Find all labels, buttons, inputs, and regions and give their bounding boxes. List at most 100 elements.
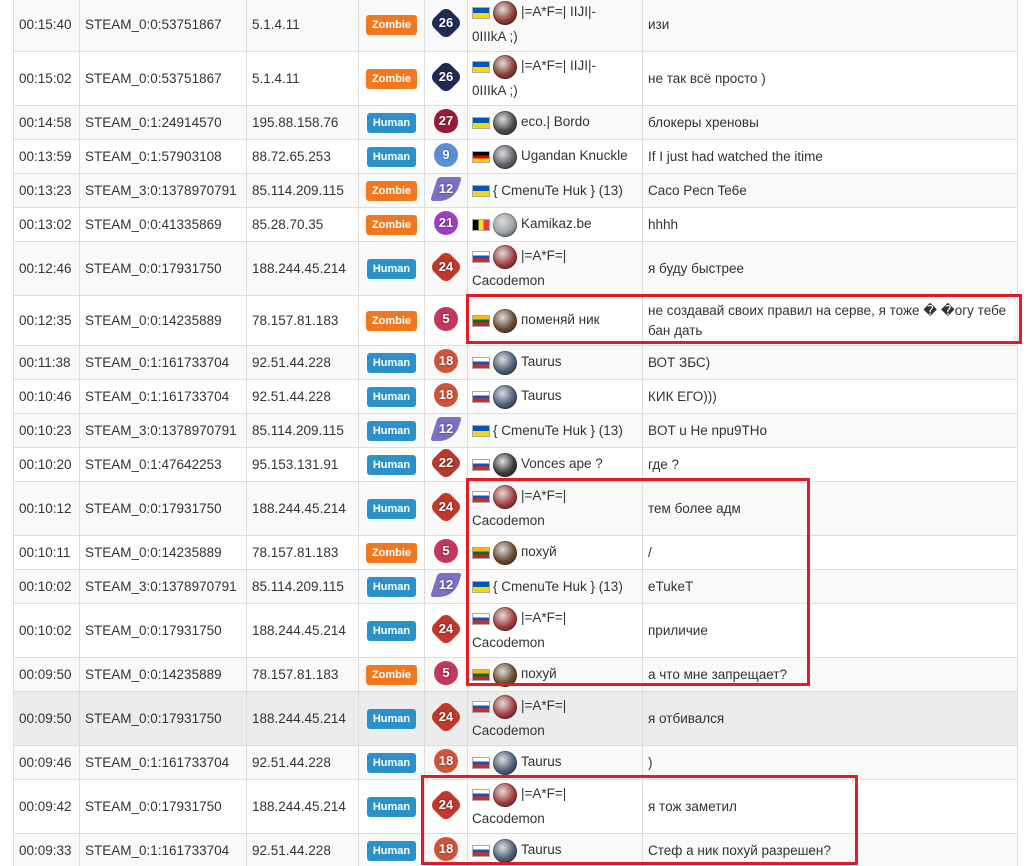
player-name-line1[interactable]: |=A*F=| IIJI|- [521,58,596,73]
player-name-line1[interactable]: |=A*F=| [521,698,566,713]
player-avatar[interactable] [493,350,517,375]
team-cell: Human [358,241,425,296]
chat-row: 00:10:23 STEAM_3:0:1378970791 85.114.209… [13,413,1018,448]
player-name-line2[interactable]: Cacodemon [472,273,545,288]
player-name-line1[interactable]: Ugandan Knuckle [521,148,628,163]
player-name-line1[interactable]: Vonces ape ? [521,456,603,471]
country-flag-icon [472,490,490,503]
player-cell: |=A*F=| Cacodemon [467,691,643,746]
player-name-line2[interactable]: Cacodemon [472,513,545,528]
steam-id-cell: STEAM_0:0:17931750 [79,481,247,536]
player-avatar[interactable] [493,308,517,333]
message-text: тем более адм [648,500,741,516]
ip-text: 188.244.45.214 [252,261,346,276]
ip-cell: 95.153.131.91 [246,447,359,482]
player-name-line2[interactable]: Cacodemon [472,723,545,738]
time-cell: 00:10:46 [13,379,80,414]
country-flag-icon [472,756,490,769]
time-cell: 00:09:46 [13,745,80,780]
player-name-line1[interactable]: eco.| Bordo [521,114,590,129]
steam-id-cell: STEAM_0:1:57903108 [79,139,247,174]
level-number: 26 [438,15,454,30]
message-cell: изи [642,0,1018,52]
team-badge: Human [366,454,417,475]
level-cell: 18 [424,379,468,414]
level-number: 18 [438,753,454,768]
ip-text: 95.153.131.91 [252,457,339,472]
time-text: 00:10:02 [19,623,72,638]
time-text: 00:13:02 [19,217,72,232]
player-name-line2[interactable]: 0IIIkA ;) [472,29,518,44]
player-name-line1[interactable]: Taurus [521,388,562,403]
player-cell: поменяй ник [467,295,643,346]
steam-id-cell: STEAM_0:1:161733704 [79,345,247,380]
team-cell: Zombie [358,657,425,692]
level-number: 24 [438,499,454,514]
player-name-line1[interactable]: { CmenuTe Huk } (13) [493,183,623,198]
chat-row: 00:13:23 STEAM_3:0:1378970791 85.114.209… [13,173,1018,208]
player-name-line1[interactable]: Kamikaz.be [521,216,592,231]
player-name-line1[interactable]: |=A*F=| [521,610,566,625]
level-rank-icon: 24 [429,788,463,822]
message-text: КИК ЕГО))) [648,388,717,404]
steam-id-cell: STEAM_3:0:1378970791 [79,569,247,604]
message-text: я тож заметил [648,798,737,814]
player-avatar[interactable] [493,452,517,477]
player-avatar[interactable] [493,606,517,631]
steam-id-text: STEAM_0:1:161733704 [85,843,230,858]
player-avatar[interactable] [493,540,517,565]
level-number: 18 [438,387,454,402]
player-name-line1[interactable]: Taurus [521,754,562,769]
player-name-line1[interactable]: { CmenuTe Huk } (13) [493,579,623,594]
player-name-line1[interactable]: |=A*F=| [521,248,566,263]
player-name-line1[interactable]: похуй [521,544,557,559]
time-cell: 00:13:59 [13,139,80,174]
player-name-line2[interactable]: 0IIIkA ;) [472,83,518,98]
level-rank-icon: 18 [432,381,460,409]
ip-cell: 78.157.81.183 [246,295,359,346]
player-name-line1[interactable]: похуй [521,666,557,681]
steam-id-text: STEAM_0:0:41335869 [85,217,222,232]
player-avatar[interactable] [493,110,517,135]
time-text: 00:10:02 [19,579,72,594]
ip-text: 85.114.209.115 [252,183,344,198]
player-avatar[interactable] [493,782,517,807]
player-name-line1[interactable]: { CmenuTe Huk } (13) [493,423,623,438]
level-rank-icon: 24 [429,250,463,284]
level-number: 18 [438,353,454,368]
player-avatar[interactable] [493,0,517,25]
player-name-line2[interactable]: Cacodemon [472,811,545,826]
level-number: 5 [442,665,450,680]
player-name-line1[interactable]: поменяй ник [521,312,600,327]
steam-id-text: STEAM_3:0:1378970791 [85,579,237,594]
player-cell: { CmenuTe Huk } (13) [467,173,643,208]
player-name-line1[interactable]: |=A*F=| IIJI|- [521,4,596,19]
team-cell: Zombie [358,535,425,570]
player-avatar[interactable] [493,54,517,79]
chat-row: 00:10:02 STEAM_3:0:1378970791 85.114.209… [13,569,1018,604]
time-text: 00:09:50 [19,667,72,682]
player-avatar[interactable] [493,484,517,509]
player-name-line1[interactable]: |=A*F=| [521,488,566,503]
player-avatar[interactable] [493,750,517,775]
time-cell: 00:10:20 [13,447,80,482]
team-cell: Zombie [358,295,425,346]
level-rank-icon: 24 [429,612,463,646]
steam-id-text: STEAM_0:0:14235889 [85,313,222,328]
ip-text: 188.244.45.214 [252,501,346,516]
player-name-line1[interactable]: Taurus [521,354,562,369]
player-name-line1[interactable]: Taurus [521,842,562,857]
player-name-line2[interactable]: Cacodemon [472,635,545,650]
chat-row: 00:10:02 STEAM_0:0:17931750 188.244.45.2… [13,603,1018,658]
player-avatar[interactable] [493,838,517,863]
player-avatar[interactable] [493,212,517,237]
team-badge: Human [366,620,417,641]
player-avatar[interactable] [493,694,517,719]
player-name-line1[interactable]: |=A*F=| [521,786,566,801]
player-avatar[interactable] [493,144,517,169]
chat-row: 00:15:40 STEAM_0:0:53751867 5.1.4.11 Zom… [13,0,1018,52]
player-avatar[interactable] [493,384,517,409]
player-avatar[interactable] [493,662,517,687]
player-avatar[interactable] [493,244,517,269]
country-flag-icon [472,612,490,625]
